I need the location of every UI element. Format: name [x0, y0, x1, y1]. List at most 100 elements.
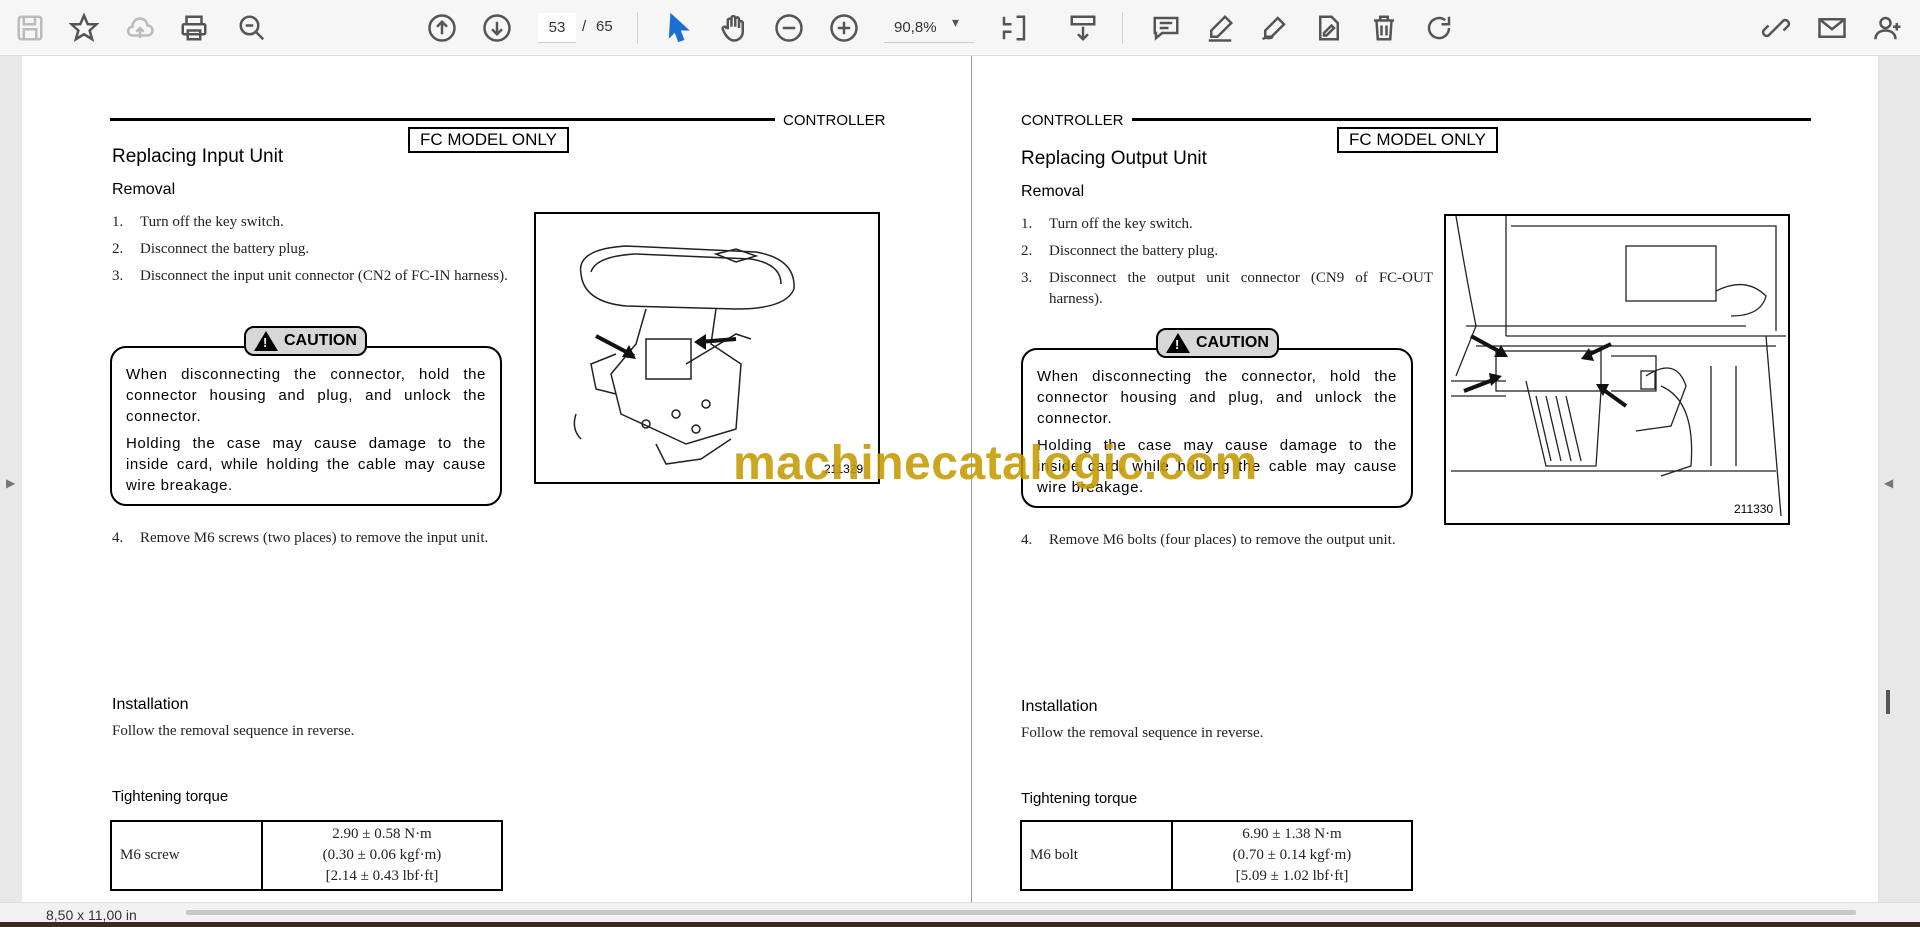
zoom-search-icon[interactable]: [234, 10, 270, 46]
torque-heading: Tightening torque: [1021, 790, 1138, 807]
warning-icon: [254, 331, 278, 351]
list-item: 2. Disconnect the battery plug.: [1021, 241, 1433, 262]
page-number-input[interactable]: [538, 13, 576, 43]
page-separator: /: [582, 18, 587, 35]
star-icon[interactable]: [66, 10, 102, 46]
step-text: Disconnect the output unit connector (CN…: [1049, 270, 1433, 307]
expand-right-panel-icon[interactable]: ◀: [1884, 476, 1893, 490]
sign-icon[interactable]: [1311, 10, 1347, 46]
installation-text: Follow the removal sequence in reverse.: [112, 723, 355, 739]
caution-label: CAUTION: [244, 326, 367, 356]
removal-heading: Removal: [1021, 183, 1085, 200]
step-number: 4.: [112, 530, 124, 546]
page-total: 65: [596, 18, 613, 35]
zoom-in-icon[interactable]: [826, 10, 862, 46]
scroll-mode-icon[interactable]: [1065, 10, 1101, 46]
pointer-icon[interactable]: [661, 10, 697, 46]
fit-page-icon[interactable]: [996, 10, 1032, 46]
section-title: Replacing Input Unit: [112, 146, 284, 167]
torque-kgfm: (0.70 ± 0.14 kgf·m): [1232, 847, 1352, 863]
page-spread: CONTROLLER FC MODEL ONLY Replacing Input…: [22, 56, 1878, 902]
page-size-label: 8,50 x 11,00 in: [46, 907, 137, 923]
caution-text: Holding the case may cause damage to the…: [126, 435, 486, 494]
step-number: 1.: [112, 214, 124, 230]
torque-table: M6 bolt 6.90 ± 1.38 N·m (0.70 ± 0.14 kgf…: [1020, 820, 1413, 891]
page-header: CONTROLLER: [775, 112, 886, 129]
toolbar: / 65 90,8% ▾: [0, 0, 1920, 56]
toolbar-divider: [1122, 12, 1123, 44]
torque-kgfm: (0.30 ± 0.06 kgf·m): [322, 847, 442, 863]
table-row: M6 bolt 6.90 ± 1.38 N·m (0.70 ± 0.14 kgf…: [1020, 820, 1413, 891]
installation-heading: Installation: [1021, 698, 1098, 715]
hand-icon[interactable]: [716, 10, 752, 46]
step-number: 3.: [112, 268, 124, 284]
list-item: 4. Remove M6 screws (two places) to remo…: [112, 528, 524, 570]
figure-number: 211330: [1734, 502, 1774, 516]
step-text: Disconnect the battery plug.: [1049, 243, 1219, 259]
step-number: 2.: [1021, 243, 1033, 259]
horizontal-scrollbar[interactable]: [186, 910, 1856, 915]
torque-nm: 2.90 ± 0.58 N·m: [332, 826, 432, 842]
list-item: 3. Disconnect the input unit connector (…: [112, 266, 524, 308]
installation-text: Follow the removal sequence in reverse.: [1021, 725, 1264, 741]
draw-icon[interactable]: [1256, 10, 1292, 46]
step-text: Disconnect the battery plug.: [140, 241, 310, 257]
highlight-pen-icon[interactable]: [1202, 10, 1238, 46]
list-item: 2. Disconnect the battery plug.: [112, 239, 524, 260]
step-number: 1.: [1021, 216, 1033, 232]
installation-heading: Installation: [112, 696, 189, 713]
list-item: 3. Disconnect the output unit connector …: [1021, 268, 1433, 310]
rotate-icon[interactable]: [1421, 10, 1457, 46]
caution-text: When disconnecting the connector, hold t…: [126, 366, 486, 425]
torque-label: M6 bolt: [1020, 820, 1173, 891]
header-rule: [1132, 118, 1811, 121]
expand-left-panel-icon[interactable]: ▶: [6, 476, 15, 490]
header-rule: [110, 118, 782, 121]
torque-label: M6 screw: [110, 820, 263, 891]
cloud-upload-icon[interactable]: [122, 10, 158, 46]
step-text: Turn off the key switch.: [140, 214, 284, 230]
chevron-down-icon[interactable]: ▾: [952, 14, 959, 31]
output-unit-illustration: [1451, 216, 1786, 517]
left-side-panel[interactable]: ▶: [0, 56, 22, 902]
add-user-icon[interactable]: [1870, 10, 1906, 46]
page-up-icon[interactable]: [424, 10, 460, 46]
save-icon[interactable]: [12, 10, 48, 46]
step-text: Disconnect the input unit connector (CN2…: [140, 268, 508, 284]
list-item: 4. Remove M6 bolts (four places) to remo…: [1021, 530, 1433, 572]
figure-output-unit: 211330: [1444, 214, 1790, 525]
page-header: CONTROLLER: [1021, 112, 1132, 129]
caution-label-text: CAUTION: [284, 332, 357, 349]
fc-model-label: FC MODEL ONLY: [1337, 127, 1498, 153]
step-number: 3.: [1021, 270, 1033, 286]
step-text: Turn off the key switch.: [1049, 216, 1193, 232]
vertical-scrollbar-thumb[interactable]: [1886, 690, 1890, 714]
page-down-icon[interactable]: [479, 10, 515, 46]
email-icon[interactable]: [1814, 10, 1850, 46]
taskbar-edge: [0, 922, 1920, 927]
torque-table: M6 screw 2.90 ± 0.58 N·m (0.30 ± 0.06 kg…: [110, 820, 503, 891]
caution-label: CAUTION: [1156, 328, 1279, 358]
watermark-text: machinecatalogic.com: [733, 437, 1258, 490]
comment-icon[interactable]: [1148, 10, 1184, 46]
torque-value: 2.90 ± 0.58 N·m (0.30 ± 0.06 kgf·m) [2.1…: [261, 820, 503, 891]
toolbar-divider: [637, 12, 638, 44]
zoom-out-icon[interactable]: [771, 10, 807, 46]
caution-label-text: CAUTION: [1196, 334, 1269, 351]
section-title: Replacing Output Unit: [1021, 148, 1207, 169]
torque-lbfft: [5.09 ± 1.02 lbf·ft]: [1235, 868, 1349, 884]
share-link-icon[interactable]: [1758, 10, 1794, 46]
torque-nm: 6.90 ± 1.38 N·m: [1242, 826, 1342, 842]
zoom-level-field[interactable]: 90,8%: [884, 13, 974, 43]
step-text: Remove M6 screws (two places) to remove …: [140, 530, 489, 546]
torque-lbfft: [2.14 ± 0.43 lbf·ft]: [325, 868, 439, 884]
caution-text: When disconnecting the connector, hold t…: [1037, 368, 1397, 427]
torque-value: 6.90 ± 1.38 N·m (0.70 ± 0.14 kgf·m) [5.0…: [1171, 820, 1413, 891]
list-item: 1. Turn off the key switch.: [112, 212, 524, 233]
fc-model-label: FC MODEL ONLY: [408, 127, 569, 153]
right-side-panel[interactable]: ◀: [1880, 56, 1920, 902]
list-item: 1. Turn off the key switch.: [1021, 214, 1433, 235]
print-icon[interactable]: [176, 10, 212, 46]
document-viewer[interactable]: ▶ ◀ CONTROLLER FC MODEL ONLY Replacing I…: [0, 56, 1920, 902]
delete-icon[interactable]: [1366, 10, 1402, 46]
